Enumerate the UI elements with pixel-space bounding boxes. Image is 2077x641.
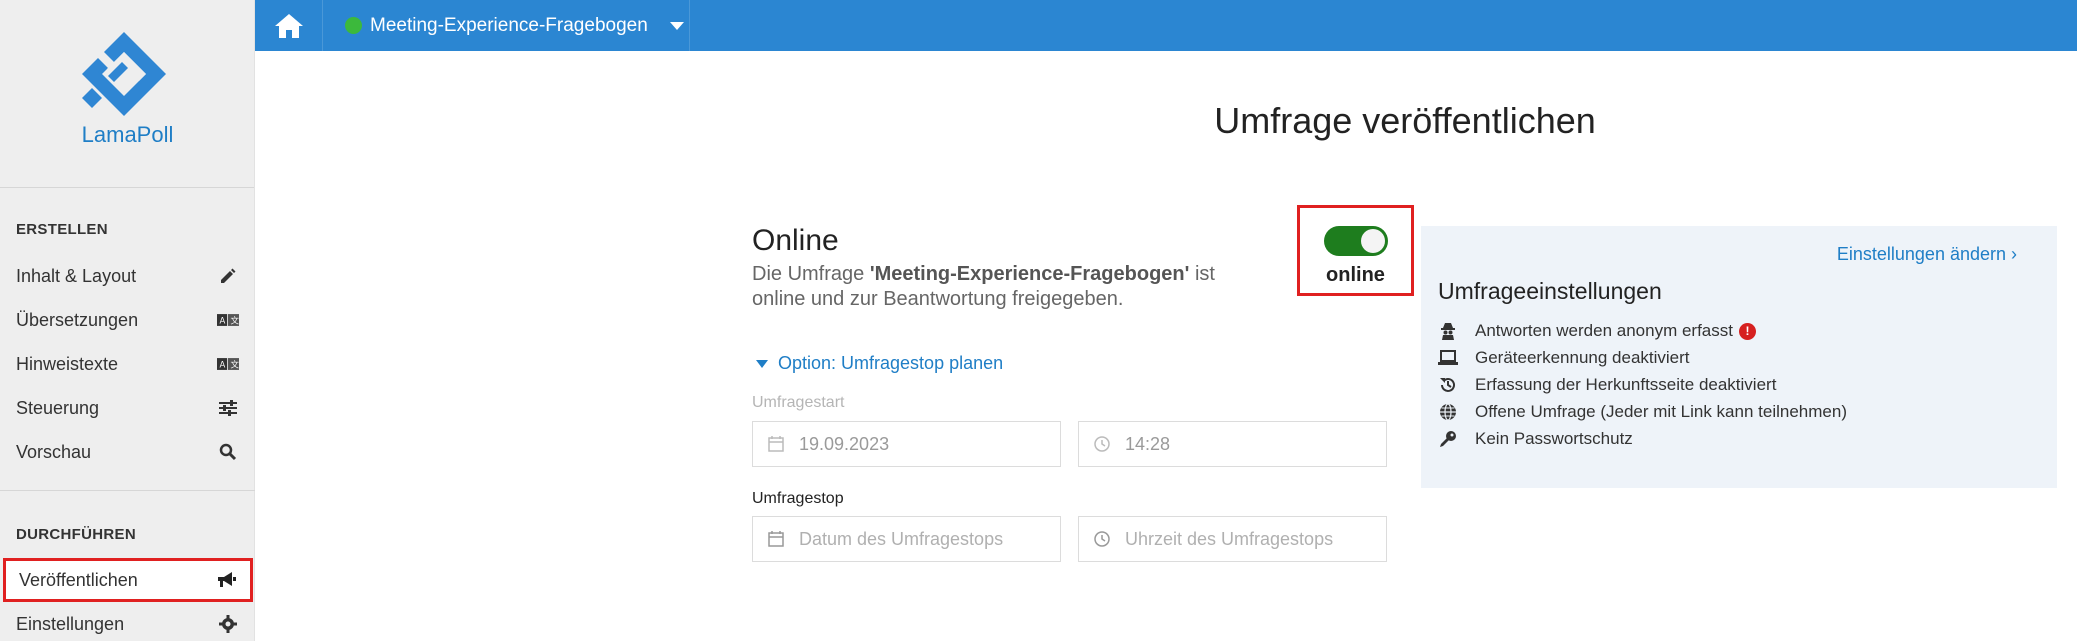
sidebar-item-label: Übersetzungen bbox=[16, 309, 139, 330]
survey-selector[interactable]: Meeting-Experience-Fragebogen bbox=[323, 0, 690, 51]
online-status-dot bbox=[345, 17, 362, 34]
clock-icon bbox=[1093, 530, 1111, 548]
online-toggle-container: online bbox=[1297, 205, 1414, 296]
sidebar-item-label: Einstellungen bbox=[16, 613, 125, 634]
key-icon bbox=[1438, 429, 1458, 449]
search-icon bbox=[217, 441, 239, 463]
sidebar-item-label: Steuerung bbox=[16, 397, 100, 418]
svg-text:A: A bbox=[220, 315, 226, 325]
megaphone-icon bbox=[215, 569, 237, 591]
status-title: Online bbox=[752, 224, 839, 257]
caret-down-icon bbox=[756, 359, 768, 368]
sidebar-divider bbox=[0, 490, 255, 491]
status-survey-name: 'Meeting-Experience-Fragebogen' bbox=[869, 263, 1190, 285]
setting-anonymous: Antworten werden anonym erfasst ! bbox=[1438, 318, 1756, 344]
svg-text:文: 文 bbox=[231, 315, 239, 325]
stop-date-input[interactable]: Datum des Umfragestops bbox=[752, 516, 1061, 562]
plan-stop-option-link[interactable]: Option: Umfragestop planen bbox=[756, 353, 1003, 374]
logo-text: LamaPoll bbox=[81, 122, 174, 147]
survey-settings-panel: Einstellungen ändern › Umfrageeinstellun… bbox=[1421, 226, 2057, 488]
start-date-field: 19.09.2023 bbox=[752, 421, 1061, 467]
sliders-icon bbox=[217, 397, 239, 419]
clock-icon bbox=[1093, 435, 1111, 453]
calendar-icon bbox=[767, 530, 785, 548]
sidebar-item-control[interactable]: Steuerung bbox=[0, 386, 255, 430]
setting-open-survey: Offene Umfrage (Jeder mit Link kann teil… bbox=[1438, 399, 1847, 425]
translate-icon: A文 bbox=[217, 353, 239, 375]
translate-icon: A文 bbox=[217, 309, 239, 331]
sidebar-item-translations[interactable]: Übersetzungen A文 bbox=[0, 298, 255, 342]
sidebar-item-preview[interactable]: Vorschau bbox=[0, 430, 255, 474]
anonymous-icon bbox=[1438, 321, 1458, 341]
setting-password: Kein Passwortschutz bbox=[1438, 426, 1633, 452]
logo-area: LamaPoll bbox=[0, 0, 254, 188]
home-icon bbox=[274, 13, 303, 38]
history-icon bbox=[1438, 375, 1458, 395]
sidebar-item-hint-texts[interactable]: Hinweistexte A文 bbox=[0, 342, 255, 386]
setting-referrer: Erfassung der Herkunftsseite deaktiviert bbox=[1438, 372, 1776, 398]
svg-text:文: 文 bbox=[231, 359, 239, 369]
chevron-down-icon bbox=[669, 21, 684, 30]
warning-icon: ! bbox=[1738, 322, 1756, 340]
online-toggle[interactable] bbox=[1324, 226, 1388, 256]
section-create-title: ERSTELLEN bbox=[16, 221, 108, 238]
laptop-icon bbox=[1438, 348, 1458, 368]
page-title: Umfrage veröffentlichen bbox=[1214, 100, 1596, 141]
sidebar: LamaPoll ERSTELLEN Inhalt & Layout Übers… bbox=[0, 0, 255, 641]
sidebar-item-label: Inhalt & Layout bbox=[16, 265, 137, 286]
panel-title: Umfrageeinstellungen bbox=[1438, 278, 1662, 304]
status-description: Die Umfrage 'Meeting-Experience-Fragebog… bbox=[752, 263, 1215, 310]
globe-icon bbox=[1438, 402, 1458, 422]
top-bar: Meeting-Experience-Fragebogen bbox=[255, 0, 2077, 51]
stop-label: Umfragestop bbox=[752, 490, 844, 507]
calendar-icon bbox=[767, 435, 785, 453]
stop-time-input[interactable]: Uhrzeit des Umfragestops bbox=[1078, 516, 1387, 562]
home-button[interactable] bbox=[255, 0, 323, 51]
sidebar-item-settings[interactable]: Einstellungen bbox=[0, 602, 255, 641]
setting-device-detection: Geräteerkennung deaktiviert bbox=[1438, 345, 1690, 371]
pencil-icon bbox=[217, 265, 239, 287]
sidebar-item-label: Veröffentlichen bbox=[19, 569, 138, 590]
edit-settings-link[interactable]: Einstellungen ändern › bbox=[1837, 244, 2017, 265]
toggle-label: online bbox=[1326, 264, 1385, 286]
svg-text:A: A bbox=[220, 359, 226, 369]
survey-name: Meeting-Experience-Fragebogen bbox=[370, 14, 648, 36]
gear-icon bbox=[217, 613, 239, 635]
sidebar-item-content-layout[interactable]: Inhalt & Layout bbox=[0, 254, 255, 298]
start-label: Umfragestart bbox=[752, 394, 845, 411]
sidebar-item-publish[interactable]: Veröffentlichen bbox=[3, 558, 253, 602]
section-run-title: DURCHFÜHREN bbox=[16, 526, 136, 543]
lamapoll-logo-icon bbox=[82, 32, 166, 116]
sidebar-item-label: Hinweistexte bbox=[16, 353, 119, 374]
toggle-knob bbox=[1361, 229, 1385, 253]
sidebar-item-label: Vorschau bbox=[16, 441, 92, 462]
start-time-field: 14:28 bbox=[1078, 421, 1387, 467]
